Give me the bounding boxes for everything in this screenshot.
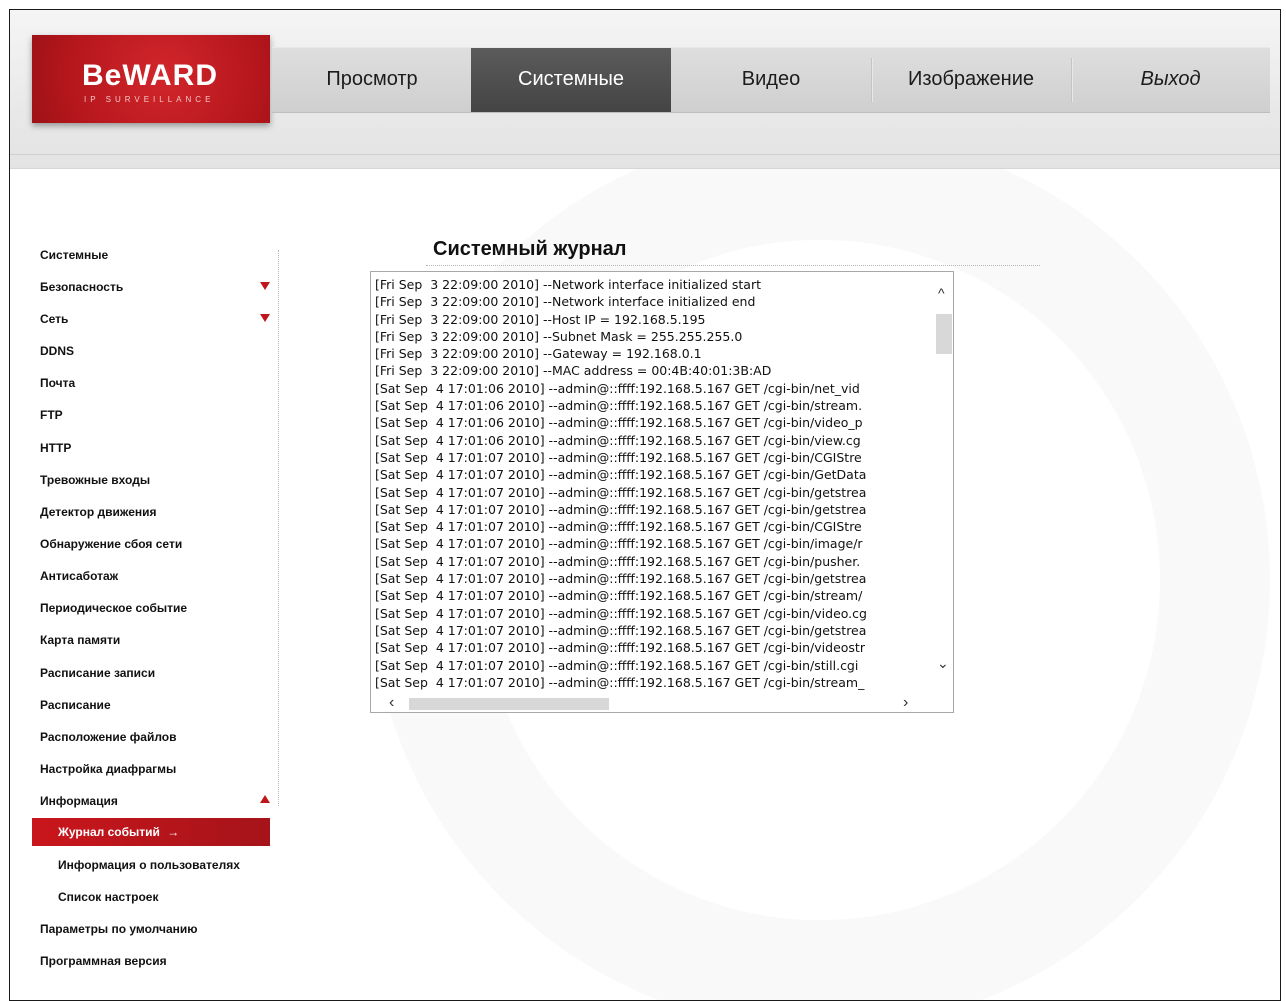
brand-logo[interactable]: BeWARD IP SURVEILLANCE: [32, 35, 270, 123]
log-line: [Fri Sep 3 22:09:00 2010] --Host IP = 19…: [375, 311, 706, 327]
sidebar-item-mail[interactable]: Почта: [40, 376, 75, 390]
sidebar-item-label: Журнал событий: [58, 825, 160, 839]
log-line: [Sat Sep 4 17:01:07 2010] --admin@::ffff…: [375, 571, 867, 587]
vertical-scroll-thumb[interactable]: [936, 314, 952, 354]
horizontal-scroll-thumb[interactable]: [409, 698, 609, 710]
nav-tab-view[interactable]: Просмотр: [272, 48, 472, 112]
sidebar-divider: [278, 250, 279, 806]
sidebar-item-ddns[interactable]: DDNS: [40, 344, 74, 358]
nav-tab-logout[interactable]: Выход: [1071, 48, 1270, 112]
sidebar-item-schedule[interactable]: Расписание: [40, 698, 111, 712]
arrow-right-icon: →: [167, 825, 180, 839]
sidebar-item-information[interactable]: Информация: [40, 794, 118, 808]
sidebar-item-memory-card[interactable]: Карта памяти: [40, 633, 120, 647]
vertical-scrollbar[interactable]: ^ ⌄: [935, 272, 953, 694]
log-line: [Sat Sep 4 17:01:07 2010] --admin@::ffff…: [375, 501, 867, 517]
sidebar-item-alarm-inputs[interactable]: Тревожные входы: [40, 473, 150, 487]
page-title: Системный журнал: [433, 238, 627, 260]
log-line: [Fri Sep 3 22:09:00 2010] --Network inte…: [375, 277, 761, 292]
sidebar-item-anti-sabotage[interactable]: Антисаботаж: [40, 569, 118, 583]
sidebar-item-ftp[interactable]: FTP: [40, 408, 63, 422]
logo-subtitle: IP SURVEILLANCE: [84, 95, 215, 104]
scroll-up-icon[interactable]: ^: [938, 286, 945, 300]
nav-tab-video[interactable]: Видео: [671, 48, 871, 112]
scroll-right-icon[interactable]: ›: [903, 695, 908, 711]
log-line: [Fri Sep 3 22:09:00 2010] --Gateway = 19…: [375, 346, 702, 362]
title-underline: [426, 265, 1040, 266]
sidebar-item-periodic-event[interactable]: Периодическое событие: [40, 601, 187, 615]
log-line: [Sat Sep 4 17:01:07 2010] --admin@::ffff…: [375, 484, 867, 500]
sidebar-item-defaults[interactable]: Параметры по умолчанию: [40, 922, 198, 936]
log-line: [Sat Sep 4 17:01:07 2010] --admin@::ffff…: [375, 674, 865, 690]
expand-arrow-icon[interactable]: [260, 314, 270, 322]
log-line: [Sat Sep 4 17:01:06 2010] --admin@::ffff…: [375, 415, 863, 431]
log-line: [Sat Sep 4 17:01:07 2010] --admin@::ffff…: [375, 449, 862, 465]
log-line: [Sat Sep 4 17:01:07 2010] --admin@::ffff…: [375, 640, 865, 656]
log-line: [Fri Sep 3 22:09:00 2010] --Subnet Mask …: [375, 328, 743, 344]
sidebar-item-motion-detector[interactable]: Детектор движения: [40, 505, 157, 519]
collapse-arrow-icon[interactable]: [260, 795, 270, 803]
sidebar-item-firmware-version[interactable]: Программная версия: [40, 954, 167, 968]
log-line: [Sat Sep 4 17:01:07 2010] --admin@::ffff…: [375, 622, 867, 638]
sidebar-item-http[interactable]: HTTP: [40, 441, 71, 455]
sidebar-item-file-location[interactable]: Расположение файлов: [40, 730, 177, 744]
sidebar-item-iris-settings[interactable]: Настройка диафрагмы: [40, 762, 176, 776]
sidebar-item-user-info[interactable]: Информация о пользователях: [58, 858, 240, 872]
log-content: [Fri Sep 3 22:09:00 2010] --Network inte…: [375, 276, 935, 692]
sidebar-item-system[interactable]: Системные: [40, 248, 108, 262]
system-log-textarea[interactable]: [Fri Sep 3 22:09:00 2010] --Network inte…: [370, 271, 954, 713]
sidebar-item-network[interactable]: Сеть: [40, 312, 68, 326]
log-line: [Sat Sep 4 17:01:07 2010] --admin@::ffff…: [375, 553, 861, 569]
log-line: [Sat Sep 4 17:01:07 2010] --admin@::ffff…: [375, 519, 862, 535]
sidebar-item-network-failure[interactable]: Обнаружение сбоя сети: [40, 537, 182, 551]
nav-tab-system[interactable]: Системные: [471, 48, 671, 112]
scroll-left-icon[interactable]: ‹: [389, 695, 394, 711]
log-line: [Sat Sep 4 17:01:06 2010] --admin@::ffff…: [375, 380, 860, 396]
expand-arrow-icon[interactable]: [260, 282, 270, 290]
sidebar-item-event-log[interactable]: Журнал событий →: [32, 818, 270, 846]
page-header: BeWARD IP SURVEILLANCE Просмотр Системны…: [10, 10, 1280, 169]
sidebar-item-security[interactable]: Безопасность: [40, 280, 123, 294]
log-line: [Sat Sep 4 17:01:06 2010] --admin@::ffff…: [375, 432, 861, 448]
sidebar-item-record-schedule[interactable]: Расписание записи: [40, 666, 155, 680]
log-line: [Sat Sep 4 17:01:07 2010] --admin@::ffff…: [375, 657, 859, 673]
log-line: [Sat Sep 4 17:01:06 2010] --admin@::ffff…: [375, 398, 863, 414]
log-line: [Sat Sep 4 17:01:07 2010] --admin@::ffff…: [375, 467, 867, 483]
log-line: [Fri Sep 3 22:09:00 2010] --MAC address …: [375, 363, 772, 379]
logo-text: BeWARD: [82, 59, 219, 92]
log-line: [Sat Sep 4 17:01:07 2010] --admin@::ffff…: [375, 536, 863, 552]
scroll-down-icon[interactable]: ⌄: [937, 656, 949, 670]
sidebar-item-settings-list[interactable]: Список настроек: [58, 890, 158, 904]
horizontal-scrollbar[interactable]: ‹ ›: [371, 695, 953, 712]
log-line: [Fri Sep 3 22:09:00 2010] --Network inte…: [375, 294, 756, 310]
nav-tab-image[interactable]: Изображение: [871, 48, 1071, 112]
header-divider: [10, 154, 1280, 155]
log-line: [Sat Sep 4 17:01:07 2010] --admin@::ffff…: [375, 605, 867, 621]
log-line: [Sat Sep 4 17:01:07 2010] --admin@::ffff…: [375, 588, 863, 604]
top-navigation: Просмотр Системные Видео Изображение Вых…: [272, 47, 1270, 113]
browser-frame: BeWARD IP SURVEILLANCE Просмотр Системны…: [9, 9, 1281, 1001]
